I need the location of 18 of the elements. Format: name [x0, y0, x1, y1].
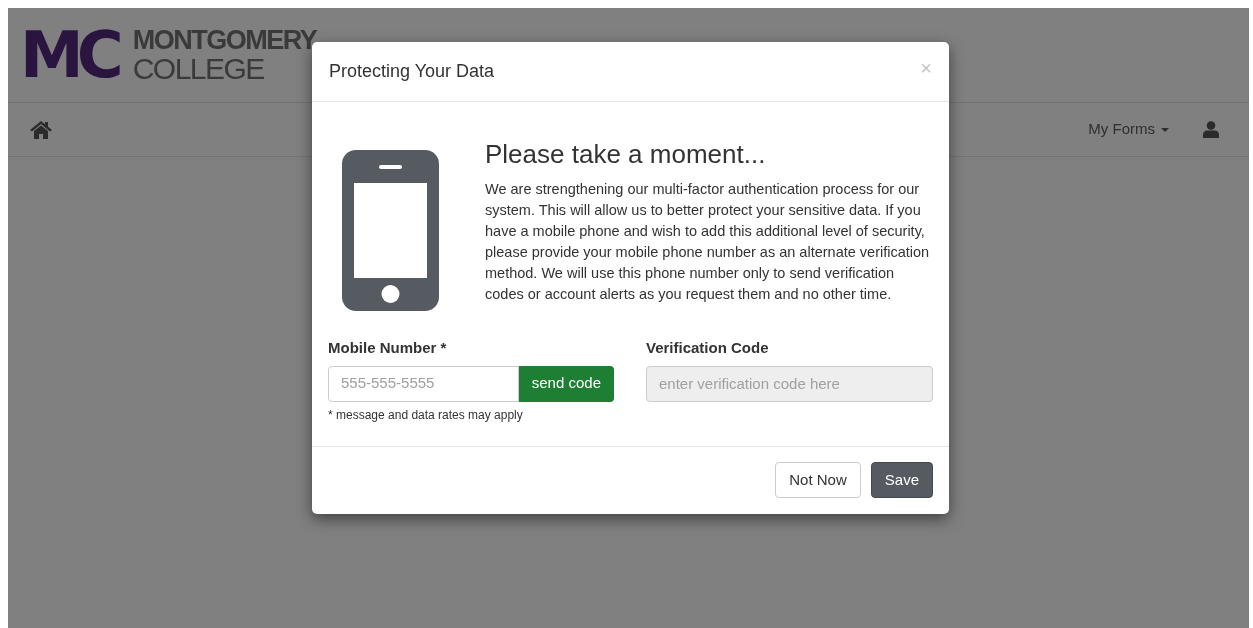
mobile-number-field[interactable]: 555-555-5555 — [328, 365, 519, 402]
user-icon[interactable] — [1203, 121, 1219, 138]
logo-mark: MC — [20, 23, 117, 87]
dialog-title: Protecting Your Data — [329, 60, 495, 83]
dialog-message: We are strengthening our multi-factor authentication process for our system. This will allow us to better protect your sensitive data. If you have a mobile phone and wish to add this additional level of security, please provide your mobile phone number as an alternate verification method. We will use this phone number only to send verification codes or account alerts as you request them and no other time. — [485, 179, 930, 304]
save-button[interactable]: Save — [870, 462, 933, 498]
field-note: * message and data rates may apply — [328, 406, 524, 424]
my-forms-menu[interactable]: My Forms — [1088, 118, 1169, 141]
logo-text: COLLEGE — [132, 53, 265, 84]
home-icon[interactable] — [30, 120, 52, 139]
mobile-phone-icon — [342, 150, 439, 311]
cancel-button[interactable]: Not Now — [775, 462, 861, 498]
caret-icon — [1161, 127, 1169, 132]
field-label: Mobile Number * — [328, 338, 448, 358]
logo-text: MONTGOMERY — [132, 26, 317, 54]
field-label: Verification Code — [646, 338, 770, 358]
send-code-button[interactable]: send code — [518, 365, 614, 402]
dialog-heading: Please take a moment... — [485, 138, 767, 171]
